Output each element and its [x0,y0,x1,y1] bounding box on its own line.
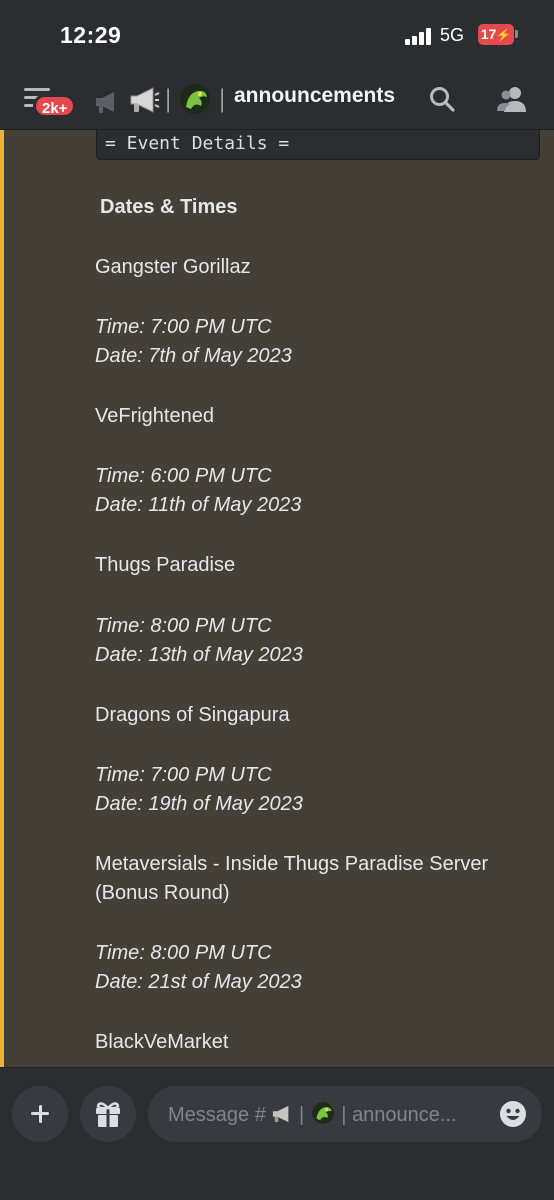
battery-level: 17 [480,26,497,42]
event-time: Time: 7:00 PM UTC [95,316,272,338]
emoji-icon[interactable] [498,1099,528,1129]
dragon-emoji [311,1102,334,1124]
status-time: 12:29 [60,22,122,48]
battery-nub [515,30,518,38]
message-input[interactable]: Message # | | announce... [148,1086,542,1142]
section-title: Dates & Times [100,196,238,218]
network-type: 5G [440,25,465,45]
code-block: = Event Details = [96,130,540,160]
event-name: Metaversials - Inside Thugs Paradise Ser… [95,853,489,875]
gift-button[interactable] [80,1086,136,1142]
event-date: Date: 13th of May 2023 [95,644,303,666]
event-date: Date: 21st of May 2023 [95,971,302,993]
signal-icon [405,27,433,45]
event-name: BlackVeMarket [95,1031,229,1053]
placeholder-prefix: Message # [168,1104,266,1126]
event-name-continued: (Bonus Round) [95,882,230,904]
members-icon[interactable] [496,85,528,113]
event-time: Time: 8:00 PM UTC [95,615,272,637]
gift-icon [96,1102,120,1127]
message-composer: Message # | | announce... [0,1067,554,1200]
event-time: Time: 6:00 PM UTC [95,465,272,487]
battery-icon: 17⚡ [478,24,514,45]
event-name: Thugs Paradise [95,554,236,576]
search-icon[interactable] [428,85,456,113]
megaphone-emoji [130,87,160,113]
event-date: Date: 11th of May 2023 [95,494,302,516]
placeholder-suffix: announce... [352,1104,457,1126]
notification-badge: 2k+ [33,94,77,118]
separator: | [341,1104,347,1126]
megaphone-emoji [273,1105,289,1123]
event-name: Gangster Gorillaz [95,256,251,278]
add-attachment-button[interactable] [12,1086,68,1142]
status-bar: 12:29 5G 17⚡ [0,0,554,75]
channel-header: 2k+ | | announcements [0,75,554,130]
event-name: Dragons of Singapura [95,704,290,726]
event-name: VeFrightened [95,405,214,427]
message-placeholder: Message # | | announce... [168,1100,457,1127]
event-time: Time: 7:00 PM UTC [95,764,272,786]
event-time: Time: 8:00 PM UTC [95,942,272,964]
dragon-emoji [180,84,210,114]
separator: | [298,1104,305,1126]
channel-name: announcements [234,84,396,107]
event-date: Date: 19th of May 2023 [95,793,303,815]
separator: | [218,85,227,113]
separator: | [164,85,173,113]
highlighted-message: = Event Details = Dates & Times Gangster… [0,130,554,1067]
megaphone-icon [96,92,114,113]
message-list[interactable]: = Event Details = Dates & Times Gangster… [0,130,554,1067]
event-date: Date: 7th of May 2023 [95,345,292,367]
